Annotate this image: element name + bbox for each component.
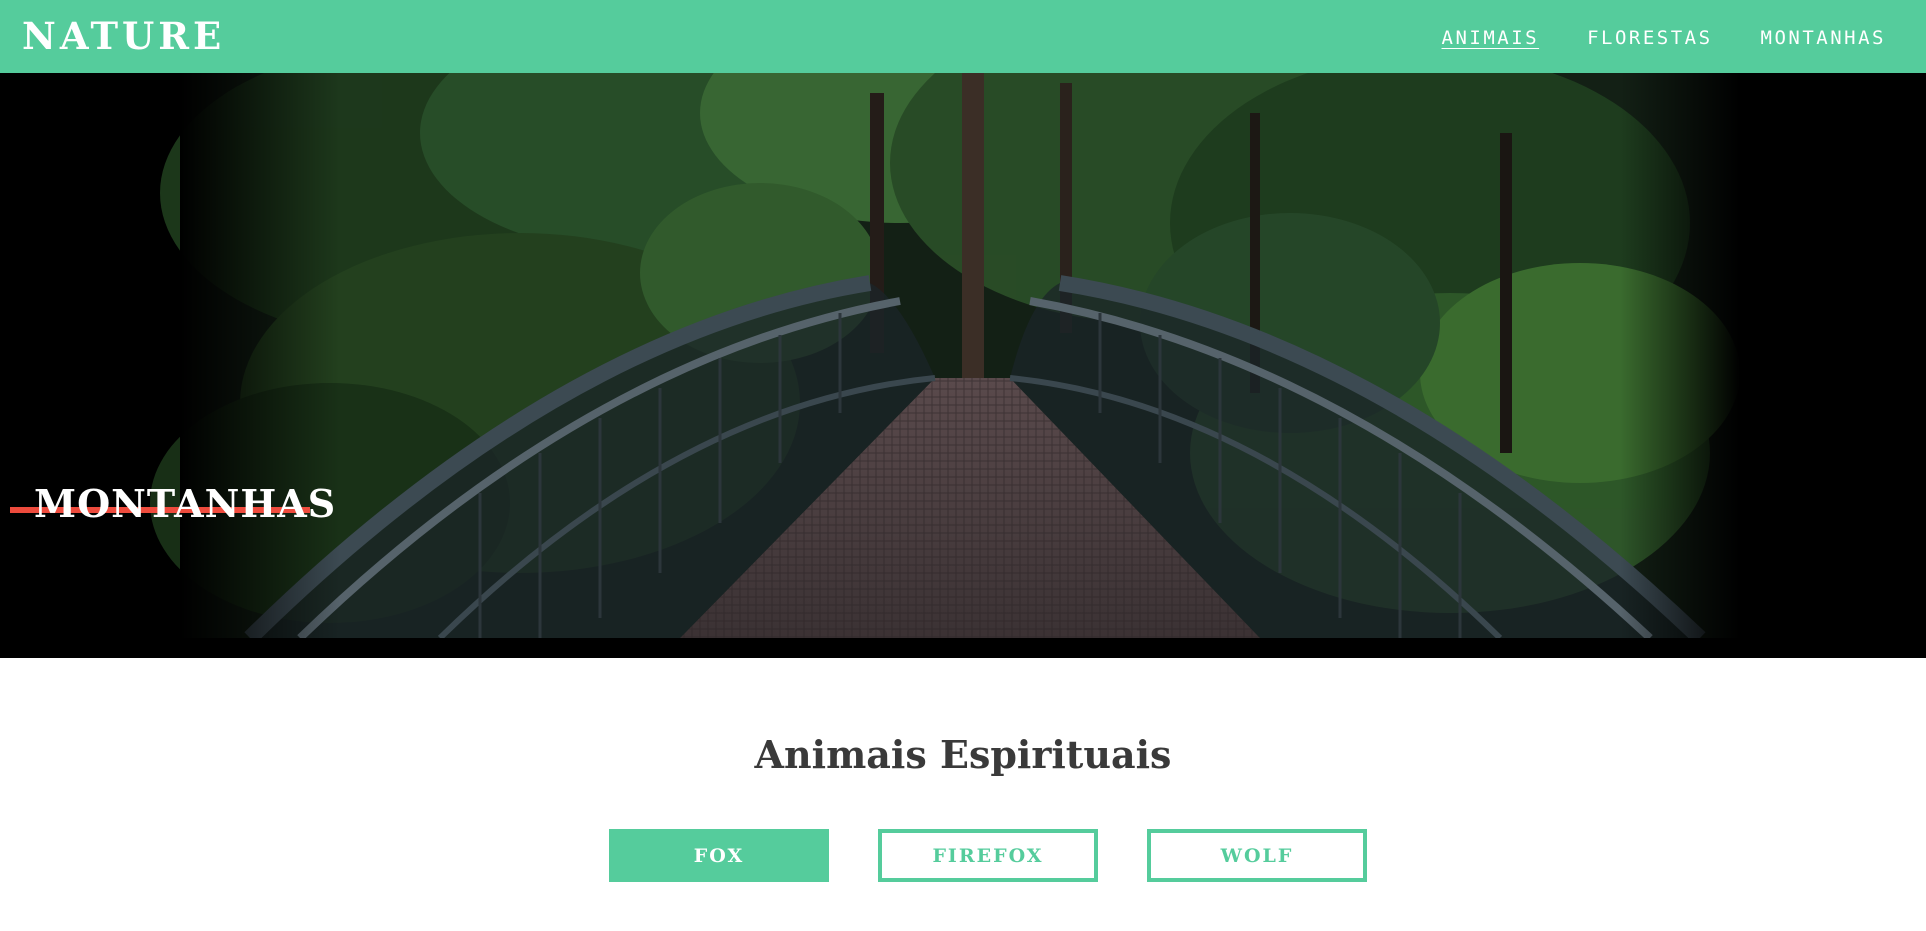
main-nav: ANIMAIS FLORESTAS MONTANHAS	[1442, 24, 1886, 52]
fox-button[interactable]: FOX	[609, 829, 829, 882]
section-title: Animais Espirituais	[754, 732, 1172, 777]
wolf-button[interactable]: WOLF	[1147, 829, 1367, 882]
hero-banner: MONTANHAS	[0, 73, 1926, 658]
nav-link-florestas[interactable]: FLORESTAS	[1587, 24, 1712, 52]
hero-title: MONTANHAS	[34, 481, 337, 526]
hero-image	[0, 73, 1926, 658]
nav-link-animais[interactable]: ANIMAIS	[1442, 24, 1540, 52]
nav-link-montanhas[interactable]: MONTANHAS	[1761, 24, 1886, 52]
firefox-button[interactable]: FIREFOX	[878, 829, 1098, 882]
top-navbar: NATURE ANIMAIS FLORESTAS MONTANHAS	[0, 0, 1926, 73]
animal-buttons: FOX FIREFOX WOLF	[609, 829, 1367, 882]
brand-logo[interactable]: NATURE	[22, 12, 225, 60]
